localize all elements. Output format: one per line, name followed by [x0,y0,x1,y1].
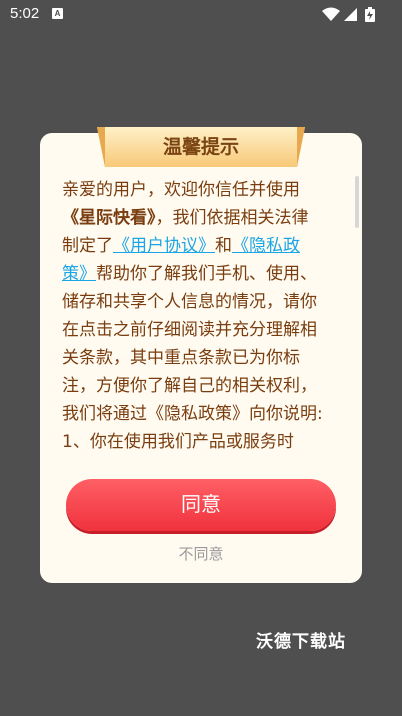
scrollbar[interactable] [355,176,359,228]
terms-text: 亲爱的用户，欢迎你信任并使用《星际快看》，我们依据相关法律制定了《用户协议》和《… [62,176,324,456]
title-banner: 温馨提示 [97,127,305,167]
status-time: 5:02 [10,5,40,22]
battery-icon [365,7,375,22]
terms-and: 和 [215,236,232,256]
status-icons [322,7,375,22]
terms-intro: 亲爱的用户，欢迎你信任并使用 [62,180,300,200]
terms-item-1: 1、你在使用我们产品或服务时 [62,432,294,452]
signal-icon [344,8,357,21]
notification-icon: A [52,8,63,19]
wifi-icon [322,7,340,21]
status-bar: 5:02 A [0,0,402,28]
watermark: 沃德下载站 [256,632,346,652]
dialog-title: 温馨提示 [162,136,239,158]
user-agreement-link[interactable]: 《用户协议》 [113,236,215,256]
app-name: 《星际快看》 [62,208,156,228]
disagree-button[interactable]: 不同意 [150,542,252,566]
agree-button[interactable]: 同意 [66,479,336,531]
terms-scroll-area[interactable]: 亲爱的用户，欢迎你信任并使用《星际快看》，我们依据相关法律制定了《用户协议》和《… [62,176,324,459]
terms-mid2: 帮助你了解我们手机、使用、储存和共享个人信息的情况，请你在点击之前仔细阅读并充分… [62,264,323,424]
